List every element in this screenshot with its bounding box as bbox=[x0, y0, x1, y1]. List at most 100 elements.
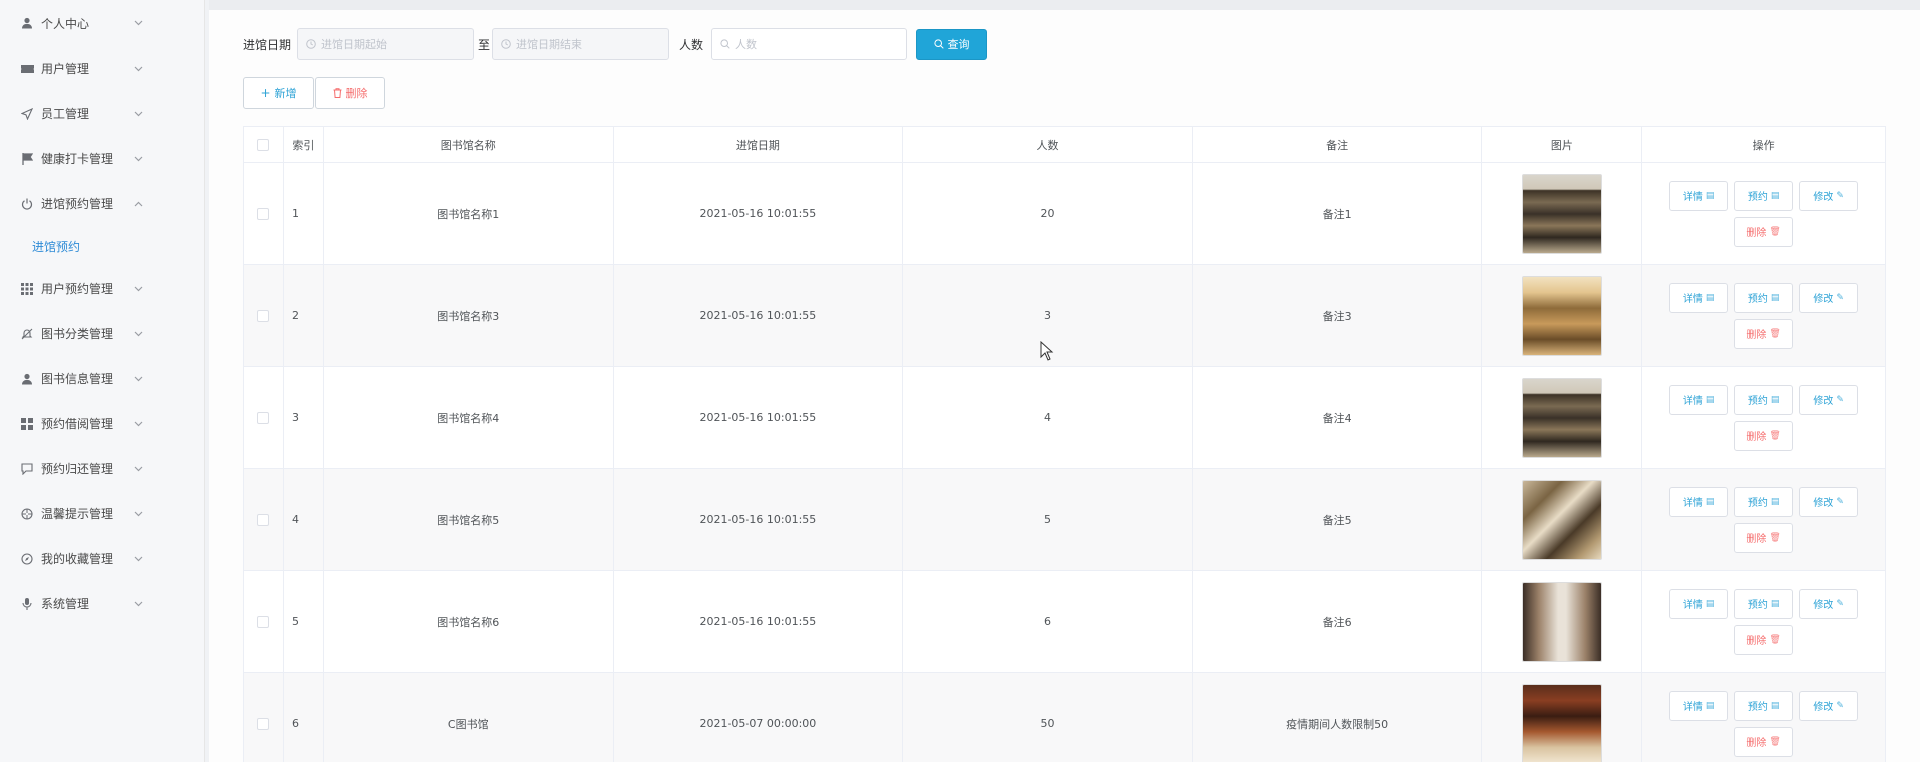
row-actions: 详情 ▤ 预约 ▤ 修改 ✎ 删除 🗑 bbox=[1664, 180, 1864, 247]
sidebar-item-personal-center[interactable]: 个人中心 bbox=[0, 0, 204, 46]
sidebar-item-system-management[interactable]: 系统管理 bbox=[0, 581, 204, 626]
count-cell: 4 bbox=[903, 367, 1193, 468]
row-checkbox[interactable] bbox=[257, 411, 270, 424]
reserve-button[interactable]: 预约 ▤ bbox=[1734, 282, 1794, 313]
data-table: 索引 图书馆名称 进馆日期 人数 备注 图片 操作 1 图书馆名称1 2021-… bbox=[243, 126, 1886, 762]
reserve-button-label: 预约 bbox=[1747, 702, 1768, 713]
table-row: 4 图书馆名称5 2021-05-16 10:01:55 5 备注5 详情 ▤ 预… bbox=[244, 469, 1885, 571]
sidebar-item-label: 预约借阅管理 bbox=[41, 417, 114, 431]
query-button-label: 查询 bbox=[947, 38, 970, 51]
entry-date-cell: 2021-05-16 10:01:55 bbox=[614, 265, 904, 366]
sidebar-item-book-info-management[interactable]: 图书信息管理 bbox=[0, 356, 204, 401]
library-image bbox=[1521, 683, 1602, 762]
sidebar-subitem-entry-reservation[interactable]: 进馆预约 bbox=[0, 226, 204, 266]
row-checkbox[interactable] bbox=[257, 513, 270, 526]
edit-button[interactable]: 修改 ✎ bbox=[1799, 282, 1859, 313]
row-checkbox[interactable] bbox=[257, 615, 270, 628]
select-all-checkbox[interactable] bbox=[257, 138, 270, 151]
sidebar-item-user-reservation-management[interactable]: 用户预约管理 bbox=[0, 266, 204, 311]
count-cell: 50 bbox=[903, 673, 1193, 762]
reserve-button[interactable]: 预约 ▤ bbox=[1734, 588, 1794, 619]
edit-icon: ✎ bbox=[1836, 496, 1844, 507]
detail-button[interactable]: 详情 ▤ bbox=[1669, 180, 1729, 211]
edit-button-label: 修改 bbox=[1813, 396, 1834, 407]
row-checkbox[interactable] bbox=[257, 717, 270, 730]
reserve-button[interactable]: 预约 ▤ bbox=[1734, 384, 1794, 415]
count-cell: 20 bbox=[903, 163, 1193, 264]
sidebar-item-label: 员工管理 bbox=[41, 107, 90, 121]
row-delete-button[interactable]: 删除 🗑 bbox=[1734, 216, 1794, 247]
chevron-down-icon bbox=[132, 508, 144, 520]
row-checkbox[interactable] bbox=[257, 207, 270, 220]
reserve-button[interactable]: 预约 ▤ bbox=[1734, 486, 1794, 517]
column-header: 操作 bbox=[1752, 138, 1775, 152]
sidebar-item-user-management[interactable]: 用户管理 bbox=[0, 46, 204, 91]
sidebar-item-entry-reservation-management[interactable]: 进馆预约管理 bbox=[0, 181, 204, 226]
delete-button[interactable]: 删除 bbox=[315, 77, 385, 109]
sidebar-item-label: 用户管理 bbox=[41, 62, 90, 76]
compass-icon bbox=[20, 552, 34, 566]
row-select-cell bbox=[244, 163, 284, 264]
row-delete-button-label: 删除 bbox=[1746, 432, 1767, 443]
bell-off-icon bbox=[20, 327, 34, 341]
document-icon: ▤ bbox=[1770, 292, 1780, 303]
table-row: 6 C图书馆 2021-05-07 00:00:00 50 疫情期间人数限制50… bbox=[244, 673, 1885, 762]
entry-date-cell: 2021-05-16 10:01:55 bbox=[614, 367, 904, 468]
sidebar-item-staff-management[interactable]: 员工管理 bbox=[0, 91, 204, 136]
row-delete-button[interactable]: 删除 🗑 bbox=[1734, 522, 1794, 553]
edit-button-label: 修改 bbox=[1813, 498, 1834, 509]
reserve-button[interactable]: 预约 ▤ bbox=[1734, 180, 1794, 211]
main-content: 进馆日期 进馆日期起始 至 进馆日期结束 人数 人数 查询 + 新增 删除 索引… bbox=[209, 0, 1920, 762]
sidebar-item-return-reservation-management[interactable]: 预约归还管理 bbox=[0, 446, 204, 491]
row-delete-button[interactable]: 删除 🗑 bbox=[1734, 726, 1794, 757]
sidebar-item-health-checkin[interactable]: 健康打卡管理 bbox=[0, 136, 204, 181]
sidebar-item-favorites-management[interactable]: 我的收藏管理 bbox=[0, 536, 204, 581]
grid-icon bbox=[20, 282, 34, 296]
entry-date-start-input[interactable]: 进馆日期起始 bbox=[297, 28, 475, 60]
edit-button[interactable]: 修改 ✎ bbox=[1799, 588, 1859, 619]
entry-date-end-input[interactable]: 进馆日期结束 bbox=[492, 28, 670, 60]
edit-button[interactable]: 修改 ✎ bbox=[1799, 384, 1859, 415]
row-select-cell bbox=[244, 571, 284, 672]
edit-button[interactable]: 修改 ✎ bbox=[1799, 690, 1859, 721]
row-delete-button[interactable]: 删除 🗑 bbox=[1734, 318, 1794, 349]
sidebar-item-label: 进馆预约管理 bbox=[41, 197, 114, 211]
add-button[interactable]: + 新增 bbox=[243, 77, 314, 109]
sidebar-item-book-category-management[interactable]: 图书分类管理 bbox=[0, 311, 204, 356]
note-cell: 备注6 bbox=[1193, 571, 1483, 672]
edit-button[interactable]: 修改 ✎ bbox=[1799, 486, 1859, 517]
row-delete-button[interactable]: 删除 🗑 bbox=[1734, 624, 1794, 655]
sidebar-item-borrow-reservation-management[interactable]: 预约借阅管理 bbox=[0, 401, 204, 446]
chat-icon bbox=[20, 462, 34, 476]
edit-icon: ✎ bbox=[1836, 394, 1844, 405]
query-button[interactable]: 查询 bbox=[916, 28, 988, 60]
row-checkbox[interactable] bbox=[257, 309, 270, 322]
add-button-label: 新增 bbox=[274, 87, 297, 100]
detail-button[interactable]: 详情 ▤ bbox=[1669, 690, 1729, 721]
document-icon: ▤ bbox=[1705, 394, 1715, 405]
count-placeholder: 人数 bbox=[735, 38, 758, 51]
row-delete-button[interactable]: 删除 🗑 bbox=[1734, 420, 1794, 451]
edit-button[interactable]: 修改 ✎ bbox=[1799, 180, 1859, 211]
entry-date-start-placeholder: 进馆日期起始 bbox=[321, 38, 388, 51]
count-input[interactable]: 人数 bbox=[711, 28, 908, 60]
chevron-down-icon bbox=[132, 418, 144, 430]
library-image bbox=[1521, 479, 1602, 560]
detail-button-label: 详情 bbox=[1682, 600, 1703, 611]
edit-icon: ✎ bbox=[1836, 700, 1844, 711]
trash-icon: 🗑 bbox=[1769, 328, 1781, 339]
detail-button[interactable]: 详情 ▤ bbox=[1669, 588, 1729, 619]
index-cell: 3 bbox=[284, 367, 324, 468]
entry-date-cell: 2021-05-16 10:01:55 bbox=[614, 469, 904, 570]
library-name-cell: C图书馆 bbox=[324, 673, 614, 762]
detail-button[interactable]: 详情 ▤ bbox=[1669, 282, 1729, 313]
chevron-down-icon bbox=[132, 63, 144, 75]
detail-button[interactable]: 详情 ▤ bbox=[1669, 486, 1729, 517]
reserve-button[interactable]: 预约 ▤ bbox=[1734, 690, 1794, 721]
image-cell bbox=[1482, 469, 1643, 570]
library-image bbox=[1521, 275, 1602, 356]
detail-button[interactable]: 详情 ▤ bbox=[1669, 384, 1729, 415]
detail-button-label: 详情 bbox=[1682, 294, 1703, 305]
sidebar-item-tips-management[interactable]: 温馨提示管理 bbox=[0, 491, 204, 536]
row-actions: 详情 ▤ 预约 ▤ 修改 ✎ 删除 🗑 bbox=[1664, 690, 1864, 757]
